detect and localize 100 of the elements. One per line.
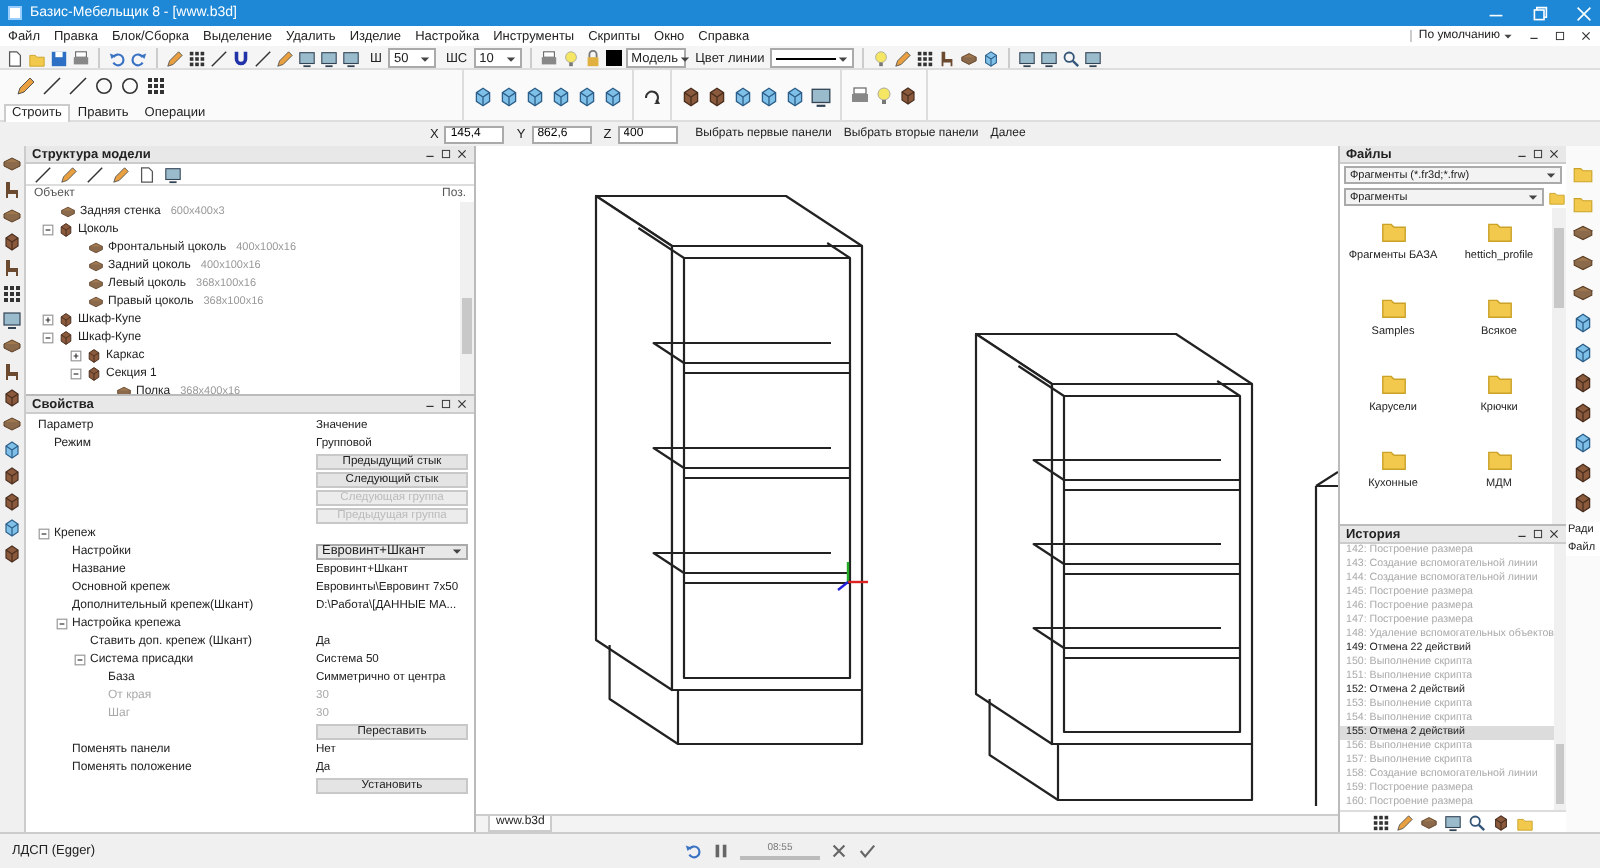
close-icon[interactable] <box>1548 148 1560 160</box>
cube-icon[interactable] <box>1572 372 1594 394</box>
chair-icon[interactable] <box>938 49 957 67</box>
cube-icon[interactable] <box>1572 312 1594 334</box>
circle-icon[interactable] <box>120 76 140 96</box>
board-icon[interactable] <box>2 154 22 174</box>
chair-icon[interactable] <box>2 180 22 200</box>
magnet-icon[interactable] <box>232 49 250 67</box>
lock-icon[interactable] <box>583 49 602 67</box>
pencil-icon[interactable] <box>16 76 36 96</box>
collapse-icon[interactable] <box>38 527 50 539</box>
cube-icon[interactable] <box>2 466 22 486</box>
printer-icon[interactable] <box>72 49 90 67</box>
lightbulb-icon[interactable] <box>561 49 580 67</box>
close-icon[interactable] <box>456 398 468 410</box>
printer-icon[interactable] <box>539 49 558 67</box>
cube-icon[interactable] <box>732 85 754 107</box>
monitor-icon[interactable] <box>342 49 360 67</box>
lightbulb-icon[interactable] <box>874 86 894 106</box>
save-icon[interactable] <box>50 49 68 67</box>
monitor-icon[interactable] <box>320 49 338 67</box>
grid-icon[interactable] <box>916 49 935 67</box>
line-color-dropdown[interactable] <box>770 48 855 68</box>
cube-icon[interactable] <box>2 544 22 564</box>
cube-icon[interactable] <box>2 232 22 252</box>
scrollbar[interactable] <box>1553 544 1566 810</box>
redo-icon[interactable] <box>130 49 148 67</box>
restore-icon[interactable] <box>1532 5 1548 21</box>
board-icon[interactable] <box>1420 813 1438 831</box>
undo-icon[interactable] <box>684 842 702 860</box>
close-icon[interactable] <box>830 842 848 860</box>
caret-icon[interactable] <box>1502 30 1514 42</box>
collapse-icon[interactable] <box>70 367 82 379</box>
cube-icon[interactable] <box>2 388 22 408</box>
line-icon[interactable] <box>68 76 88 96</box>
cube-icon[interactable] <box>1572 492 1594 514</box>
color-swatch[interactable] <box>605 50 622 66</box>
monitor-icon[interactable] <box>164 165 182 183</box>
cube-icon[interactable] <box>680 85 702 107</box>
cube-icon[interactable] <box>898 86 918 106</box>
undo-icon[interactable] <box>108 49 126 67</box>
monitor-icon[interactable] <box>1084 49 1103 67</box>
close-icon[interactable] <box>1548 528 1560 540</box>
grid-icon[interactable] <box>2 284 22 304</box>
monitor-icon[interactable] <box>2 310 22 330</box>
board-icon[interactable] <box>2 336 22 356</box>
maximize-icon[interactable] <box>440 398 452 410</box>
board-icon[interactable] <box>1572 282 1594 304</box>
maximize-icon[interactable] <box>1532 148 1544 160</box>
cube-icon[interactable] <box>1572 342 1594 364</box>
scrollbar[interactable] <box>460 202 474 394</box>
expand-icon[interactable] <box>42 313 54 325</box>
lightbulb-icon[interactable] <box>872 49 891 67</box>
cube-icon[interactable] <box>602 85 624 107</box>
circle-icon[interactable] <box>94 76 114 96</box>
cube-icon[interactable] <box>1572 432 1594 454</box>
board-icon[interactable] <box>1572 252 1594 274</box>
monitor-icon[interactable] <box>810 85 832 107</box>
collapse-icon[interactable] <box>74 653 86 665</box>
cube-icon[interactable] <box>524 85 546 107</box>
cube-icon[interactable] <box>498 85 520 107</box>
line-icon[interactable] <box>34 165 52 183</box>
board-icon[interactable] <box>2 206 22 226</box>
zoom-icon[interactable] <box>1468 813 1486 831</box>
cube-icon[interactable] <box>550 85 572 107</box>
collapse-icon[interactable] <box>42 223 54 235</box>
cube-icon[interactable] <box>2 440 22 460</box>
chair-icon[interactable] <box>2 258 22 278</box>
board-icon[interactable] <box>960 49 979 67</box>
board-icon[interactable] <box>2 414 22 434</box>
close-icon[interactable] <box>1580 30 1592 42</box>
scrollbar[interactable] <box>1552 208 1566 524</box>
check-icon[interactable] <box>858 842 876 860</box>
cube-icon[interactable] <box>2 492 22 512</box>
cube-icon[interactable] <box>706 85 728 107</box>
cube-icon[interactable] <box>784 85 806 107</box>
grid-icon[interactable] <box>188 49 206 67</box>
pause-icon[interactable] <box>712 842 730 860</box>
monitor-icon[interactable] <box>1018 49 1037 67</box>
monitor-icon[interactable] <box>1040 49 1059 67</box>
monitor-icon[interactable] <box>1444 813 1462 831</box>
maximize-icon[interactable] <box>1554 30 1566 42</box>
monitor-icon[interactable] <box>298 49 316 67</box>
cube-icon[interactable] <box>982 49 1001 67</box>
line-icon[interactable] <box>86 165 104 183</box>
collapse-icon[interactable] <box>56 617 68 629</box>
line-icon[interactable] <box>210 49 228 67</box>
collapse-icon[interactable] <box>42 331 54 343</box>
cube-icon[interactable] <box>1572 402 1594 424</box>
chair-icon[interactable] <box>2 362 22 382</box>
cube-icon[interactable] <box>472 85 494 107</box>
cube-icon[interactable] <box>758 85 780 107</box>
board-icon[interactable] <box>1572 222 1594 244</box>
expand-icon[interactable] <box>70 349 82 361</box>
maximize-icon[interactable] <box>1532 528 1544 540</box>
maximize-icon[interactable] <box>440 148 452 160</box>
cube-icon[interactable] <box>576 85 598 107</box>
rotate-icon[interactable] <box>642 86 662 106</box>
line-icon[interactable] <box>254 49 272 67</box>
printer-icon[interactable] <box>850 86 870 106</box>
